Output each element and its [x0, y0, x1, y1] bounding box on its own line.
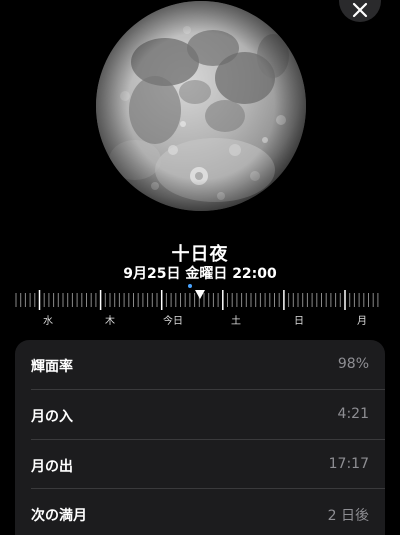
illumination-label: 輝面率: [31, 359, 73, 375]
row-illumination: 輝面率 98%: [15, 340, 385, 389]
close-button[interactable]: [339, 0, 381, 22]
moonset-label: 月の入: [31, 409, 73, 425]
day-label-sun: 日: [294, 316, 304, 327]
moon-image: [95, 0, 307, 212]
row-next-full-moon: 次の満月 2 日後: [15, 489, 385, 535]
next-full-moon-label: 次の満月: [31, 508, 87, 524]
day-label-thu: 木: [105, 316, 115, 327]
row-moonset: 月の入 4:21: [15, 390, 385, 439]
moon-date-time: 9月25日 金曜日 22:00: [123, 266, 277, 282]
day-label-mon: 月: [357, 316, 367, 327]
moonrise-value: 17:17: [328, 456, 369, 472]
next-full-moon-value: 2 日後: [327, 508, 369, 524]
moonrise-label: 月の出: [31, 459, 73, 475]
moon-screen: 十日夜 9月25日 金曜日 22:00 水 木 今日 土 日 月 輝面率 98%…: [0, 0, 400, 535]
day-label-sat: 土: [231, 316, 241, 327]
row-moonrise: 月の出 17:17: [15, 440, 385, 489]
moonset-value: 4:21: [337, 406, 369, 422]
timeline-ticks: [15, 290, 379, 310]
close-icon: [352, 2, 368, 18]
moon-details-card: 輝面率 98% 月の入 4:21 月の出 17:17 次の満月 2 日後: [15, 340, 385, 535]
day-labels: 水 木 今日 土 日 月: [0, 312, 400, 328]
current-time-dot: [188, 284, 192, 288]
date-scrubber[interactable]: [14, 290, 384, 310]
day-label-wed: 水: [43, 316, 53, 327]
illumination-value: 98%: [337, 356, 369, 372]
day-label-today: 今日: [163, 316, 183, 327]
